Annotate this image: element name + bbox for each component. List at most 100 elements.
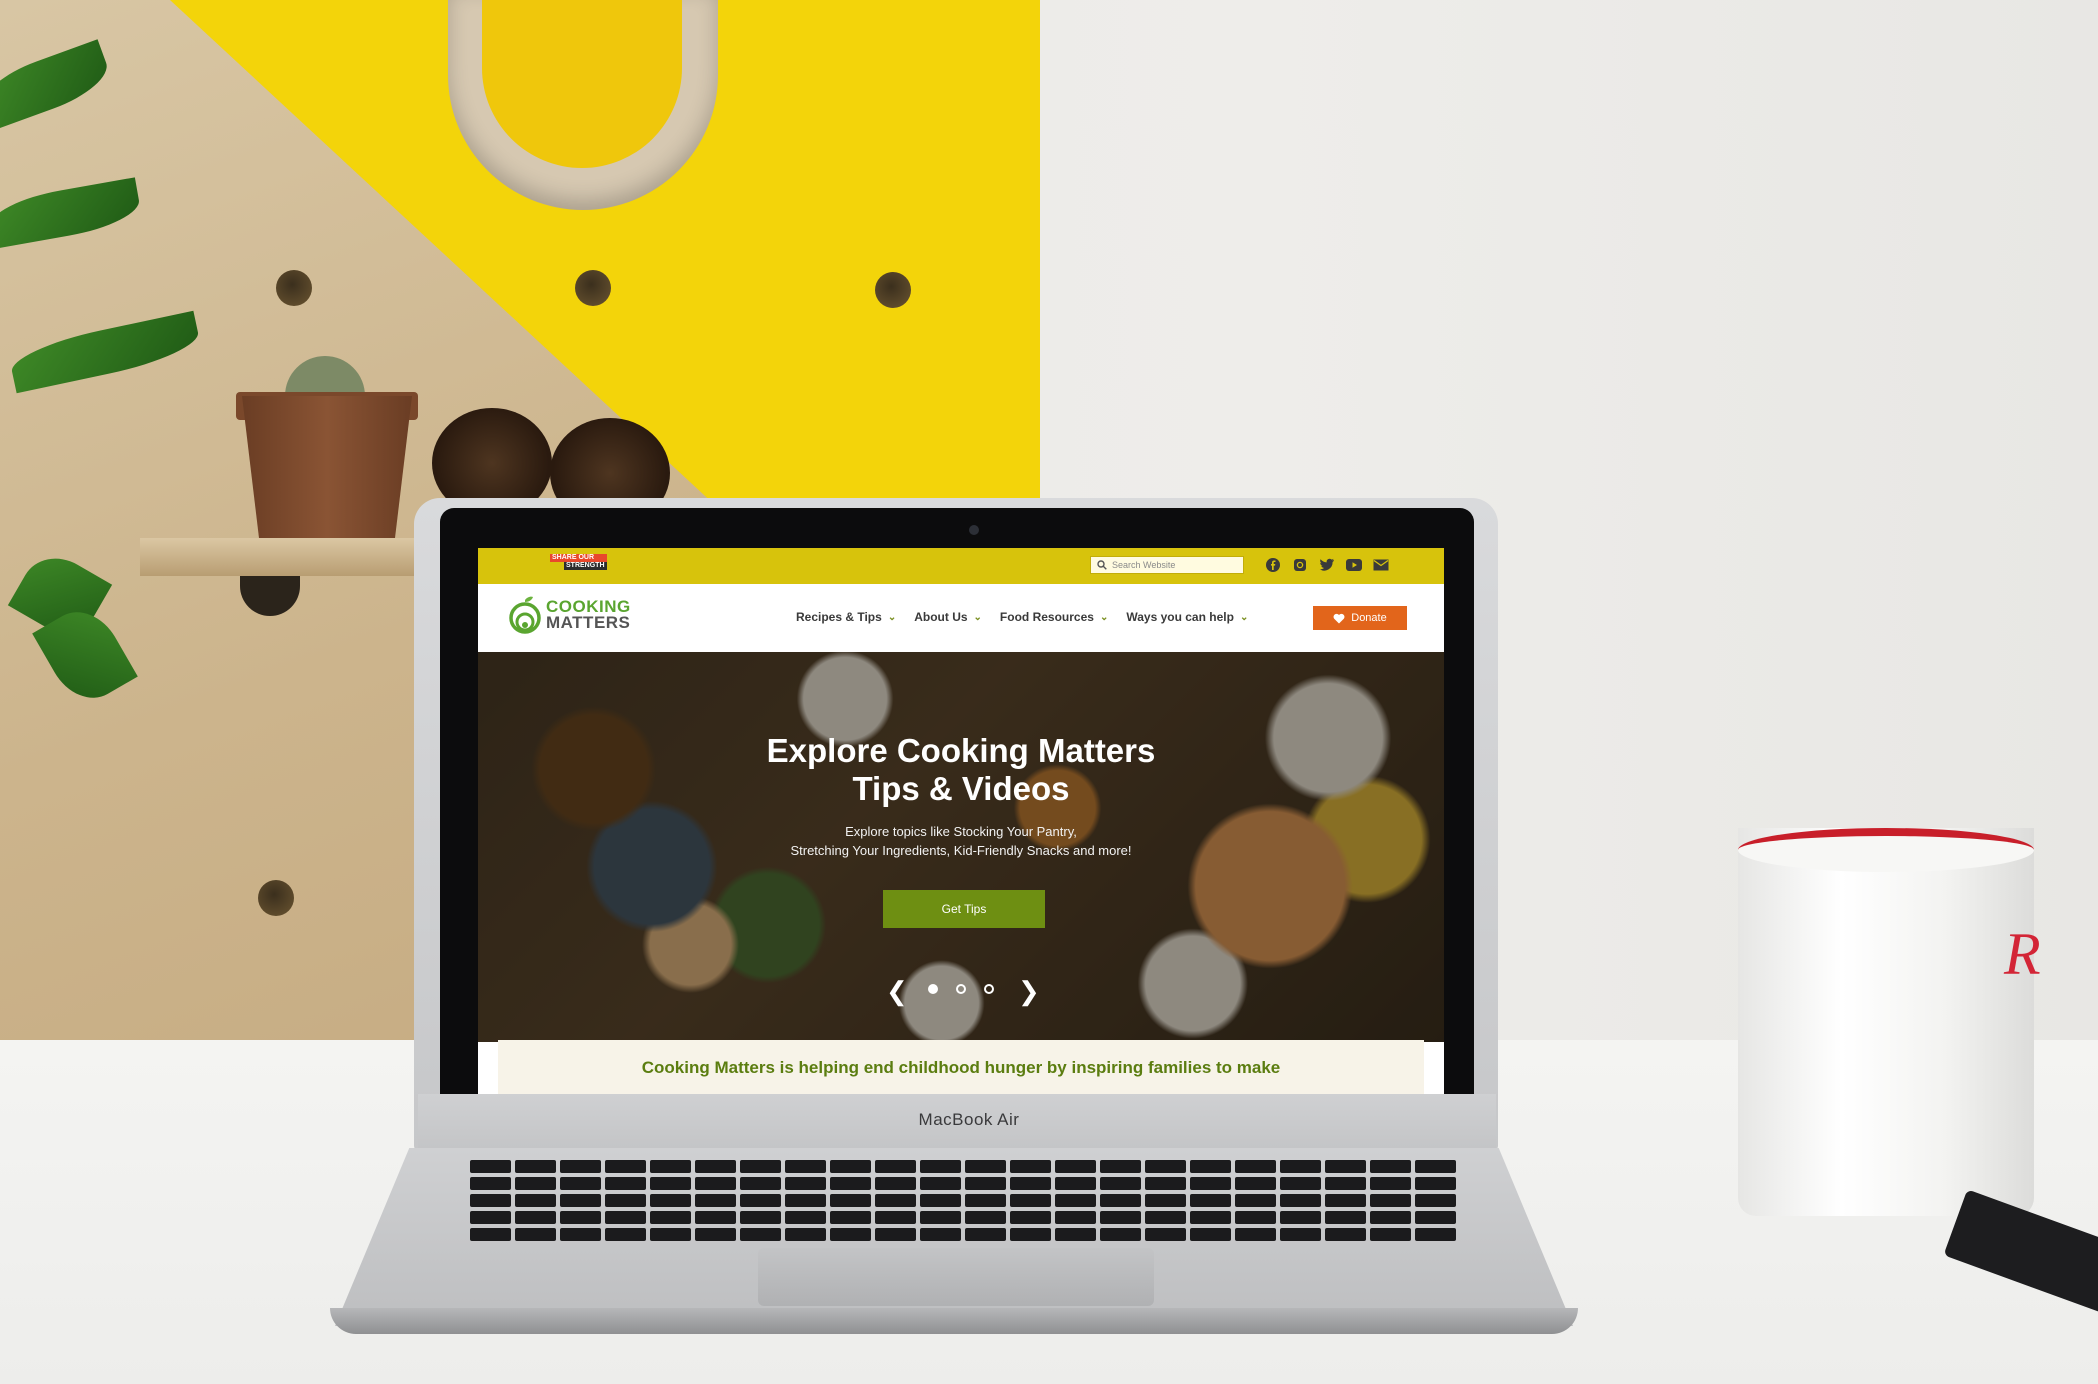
social-links <box>1264 556 1390 574</box>
keyboard-key <box>785 1211 826 1224</box>
search-input[interactable]: Search Website <box>1090 556 1244 574</box>
keyboard-key <box>1100 1211 1141 1224</box>
instagram-icon[interactable] <box>1291 556 1309 574</box>
keyboard-key <box>965 1228 1006 1241</box>
keyboard-key <box>830 1211 871 1224</box>
keyboard-key <box>830 1160 871 1173</box>
nav-item-food-resources[interactable]: Food Resources ⌄ <box>1000 610 1108 624</box>
keyboard-key <box>1370 1177 1411 1190</box>
mug-logo: R <box>2004 921 2041 987</box>
nav-item-about-us[interactable]: About Us ⌄ <box>914 610 982 624</box>
keyboard-key <box>785 1160 826 1173</box>
hero-carousel: Explore Cooking Matters Tips & Videos Ex… <box>478 652 1444 1042</box>
nav-item-ways-to-help[interactable]: Ways you can help ⌄ <box>1126 610 1248 624</box>
keyboard-key <box>1280 1228 1321 1241</box>
hero-title: Explore Cooking Matters Tips & Videos <box>766 732 1156 807</box>
keyboard-key <box>515 1194 556 1207</box>
keyboard-key <box>1100 1228 1141 1241</box>
webcam <box>969 525 979 535</box>
keyboard-key <box>560 1194 601 1207</box>
keyboard-key <box>515 1211 556 1224</box>
keyboard-key <box>650 1211 691 1224</box>
keyboard-key <box>1055 1194 1096 1207</box>
chevron-down-icon: ⌄ <box>973 611 982 623</box>
flower-pot <box>242 396 412 538</box>
keyboard-key <box>1370 1194 1411 1207</box>
keyboard-key <box>965 1160 1006 1173</box>
keyboard-key <box>1145 1211 1186 1224</box>
keyboard-key <box>470 1160 511 1173</box>
keyboard-key <box>470 1228 511 1241</box>
keyboard-key <box>515 1177 556 1190</box>
search-placeholder: Search Website <box>1112 560 1176 570</box>
keyboard-key <box>470 1177 511 1190</box>
keyboard-key <box>965 1194 1006 1207</box>
keyboard-key <box>1145 1194 1186 1207</box>
keyboard-key <box>1415 1211 1456 1224</box>
carousel-dot[interactable] <box>984 984 994 994</box>
keyboard-key <box>605 1194 646 1207</box>
keyboard-key <box>695 1211 736 1224</box>
peg-hole <box>575 270 611 306</box>
keyboard-key <box>605 1177 646 1190</box>
keyboard-key <box>1370 1160 1411 1173</box>
keyboard-key <box>875 1160 916 1173</box>
keyboard-key <box>875 1228 916 1241</box>
cooking-matters-logo[interactable]: COOKING MATTERS <box>508 596 631 634</box>
primary-nav: Recipes & Tips ⌄ About Us ⌄ Food Resources… <box>796 610 1248 624</box>
nav-item-recipes-tips[interactable]: Recipes & Tips ⌄ <box>796 610 896 624</box>
carousel-dot[interactable] <box>956 984 966 994</box>
keyboard-key <box>1100 1160 1141 1173</box>
chevron-left-icon[interactable]: ❮ <box>886 976 908 1007</box>
twitter-icon[interactable] <box>1318 556 1336 574</box>
keyboard-key <box>1325 1228 1366 1241</box>
donate-button[interactable]: Donate <box>1313 606 1407 630</box>
trackpad[interactable] <box>758 1248 1154 1306</box>
keyboard-key <box>1145 1228 1186 1241</box>
keyboard-key <box>830 1228 871 1241</box>
get-tips-button[interactable]: Get Tips <box>883 890 1045 928</box>
facebook-icon[interactable] <box>1264 556 1282 574</box>
logo-text-line2: MATTERS <box>546 613 631 632</box>
keyboard-key <box>1325 1177 1366 1190</box>
keyboard-key <box>650 1194 691 1207</box>
keyboard-key <box>560 1211 601 1224</box>
keyboard-key <box>920 1194 961 1207</box>
youtube-icon[interactable] <box>1345 556 1363 574</box>
keyboard-key <box>515 1160 556 1173</box>
mission-tagline: Cooking Matters is helping end childhood… <box>641 1058 1281 1077</box>
share-our-strength-badge[interactable]: SHARE OUR STRENGTH <box>550 554 607 570</box>
keyboard-key <box>650 1160 691 1173</box>
keyboard-key <box>830 1194 871 1207</box>
chevron-right-icon[interactable]: ❯ <box>1018 976 1040 1007</box>
chevron-down-icon: ⌄ <box>1239 611 1249 623</box>
keyboard-key <box>1190 1211 1231 1224</box>
keyboard-key <box>470 1211 511 1224</box>
keyboard-key <box>1235 1160 1276 1173</box>
keyboard-key <box>1370 1228 1411 1241</box>
keyboard-key <box>515 1228 556 1241</box>
keyboard-key <box>785 1194 826 1207</box>
carousel-dots <box>928 984 994 994</box>
mug <box>1738 828 2034 1216</box>
keyboard-key <box>1325 1160 1366 1173</box>
keyboard-key <box>1055 1228 1096 1241</box>
keyboard-key <box>1370 1211 1411 1224</box>
heart-icon <box>1333 613 1345 623</box>
keyboard-key <box>740 1160 781 1173</box>
logo-icon <box>509 596 541 634</box>
keyboard-key <box>1145 1160 1186 1173</box>
keyboard-key <box>650 1177 691 1190</box>
keyboard-key <box>560 1177 601 1190</box>
keyboard-key <box>740 1228 781 1241</box>
email-icon[interactable] <box>1372 556 1390 574</box>
chevron-down-icon: ⌄ <box>1099 611 1109 623</box>
keyboard-key <box>1100 1194 1141 1207</box>
keyboard-key <box>740 1211 781 1224</box>
peg-hole <box>875 272 911 308</box>
carousel-dot[interactable] <box>928 984 938 994</box>
keyboard-key <box>965 1177 1006 1190</box>
keyboard-key <box>470 1194 511 1207</box>
keyboard-key <box>1010 1160 1051 1173</box>
keyboard-key <box>1055 1160 1096 1173</box>
